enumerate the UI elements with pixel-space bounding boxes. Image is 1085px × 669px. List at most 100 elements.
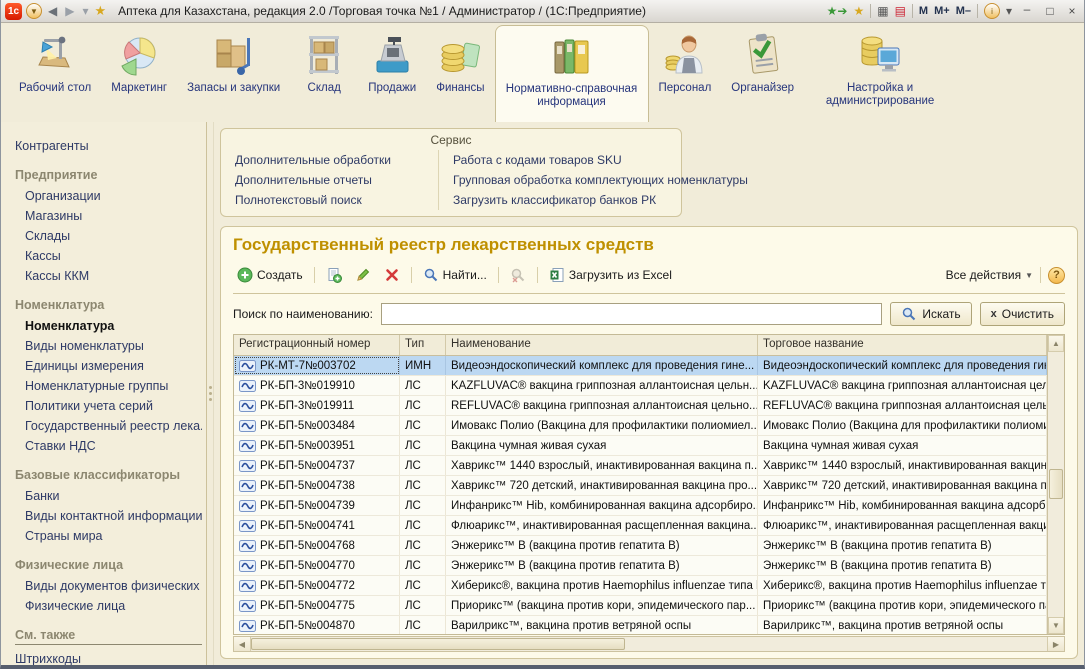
table-row[interactable]: РК-БП-5№004768ЛСЭнжерикс™ В (вакцина про… xyxy=(234,536,1047,556)
table-row[interactable]: РК-БП-5№004775ЛСПриорикс™ (вакцина проти… xyxy=(234,596,1047,616)
column-header[interactable]: Тип xyxy=(400,335,446,355)
forward-icon[interactable]: ▶ xyxy=(63,4,76,18)
divider xyxy=(870,4,871,18)
table-row[interactable]: РК-МТ-7№003702ИМНВидеоэндоскопический ко… xyxy=(234,356,1047,376)
scroll-left-icon[interactable]: ◀ xyxy=(234,637,251,651)
minimize-button[interactable]: – xyxy=(1018,4,1036,18)
sidebar-item[interactable]: Магазины xyxy=(15,206,202,226)
ribbon-tab[interactable]: Запасы и закупки xyxy=(177,25,290,122)
table-row[interactable]: РК-БП-3№019911ЛСREFLUVAC® вакцина гриппо… xyxy=(234,396,1047,416)
edit-button[interactable] xyxy=(351,265,375,285)
table-row[interactable]: РК-БП-5№003484ЛСИмовакс Полио (Вакцина д… xyxy=(234,416,1047,436)
ribbon-tab[interactable]: Нормативно-справочная информация xyxy=(495,25,649,122)
sidebar-item[interactable]: Номенклатура xyxy=(15,316,202,336)
ribbon-tab[interactable]: Продажи xyxy=(358,25,426,122)
history-caret-icon[interactable]: ▾ xyxy=(80,4,90,18)
all-actions-button[interactable]: Все действия ▼ xyxy=(946,268,1033,282)
sidebar-item[interactable]: Ставки НДС xyxy=(15,436,202,456)
sidebar-splitter[interactable] xyxy=(207,122,214,665)
scroll-right-icon[interactable]: ▶ xyxy=(1047,637,1064,651)
favorites-star-icon[interactable]: ★ xyxy=(95,3,107,19)
horizontal-scroll-thumb[interactable] xyxy=(251,638,625,650)
table-row[interactable]: РК-БП-5№003951ЛСВакцина чумная живая сух… xyxy=(234,436,1047,456)
table-row[interactable]: РК-БП-3№019910ЛСKAZFLUVAC® вакцина грипп… xyxy=(234,376,1047,396)
load-excel-button[interactable]: Загрузить из Excel xyxy=(545,265,676,285)
clear-button[interactable]: x Очистить xyxy=(980,302,1065,326)
table-row[interactable]: РК-БП-5№004772ЛСХиберикс®, вакцина проти… xyxy=(234,576,1047,596)
main-menu-button[interactable]: ▼ xyxy=(26,3,42,19)
create-button[interactable]: Создать xyxy=(233,265,307,285)
sidebar-item[interactable]: Политики учета серий xyxy=(15,396,202,416)
sidebar-item[interactable]: Виды контактной информации xyxy=(15,506,202,526)
service-link[interactable]: Полнотекстовый поиск xyxy=(235,190,428,210)
ribbon-tab[interactable]: Маркетинг xyxy=(101,25,177,122)
sidebar-item[interactable]: Контрагенты xyxy=(15,136,202,156)
type-cell: ИМН xyxy=(400,356,446,375)
sidebar-item[interactable]: Государственный реестр лека... xyxy=(15,416,202,436)
sidebar-item[interactable]: Склады xyxy=(15,226,202,246)
ribbon-tab[interactable]: Настройка и администрирование xyxy=(804,25,956,122)
delete-button[interactable] xyxy=(380,265,404,285)
service-link[interactable]: Дополнительные отчеты xyxy=(235,170,428,190)
sidebar-item[interactable]: Банки xyxy=(15,486,202,506)
close-button[interactable]: × xyxy=(1064,4,1080,18)
column-header[interactable]: Регистрационный номер xyxy=(234,335,400,355)
table-row[interactable]: РК-БП-5№004870ЛСВарилрикс™, вакцина прот… xyxy=(234,616,1047,634)
sidebar-item[interactable]: Виды номенклатуры xyxy=(15,336,202,356)
vertical-scroll-thumb[interactable] xyxy=(1049,469,1063,499)
help-button[interactable]: ? xyxy=(1048,267,1065,284)
ribbon-tab[interactable]: Рабочий стол xyxy=(9,25,101,122)
scroll-up-icon[interactable]: ▲ xyxy=(1048,335,1064,352)
search-button[interactable]: Искать xyxy=(890,302,971,326)
back-icon[interactable]: ◀ xyxy=(46,4,59,18)
service-link[interactable]: Дополнительные обработки xyxy=(235,150,428,170)
table-row[interactable]: РК-БП-5№004741ЛСФлюарикс™, инактивирован… xyxy=(234,516,1047,536)
memory-minus-button[interactable]: M– xyxy=(956,5,971,17)
1c-logo-icon: 1с xyxy=(5,3,22,20)
trade-name-cell: Хиберикс®, вакцина против Haemophilus in… xyxy=(758,576,1047,595)
ribbon-tab[interactable]: Склад xyxy=(290,25,358,122)
service-link[interactable]: Загрузить классификатор банков РК xyxy=(453,190,748,210)
info-icon[interactable]: i xyxy=(984,3,1000,19)
sidebar-item[interactable]: Единицы измерения xyxy=(15,356,202,376)
ribbon-tab[interactable]: Финансы xyxy=(426,25,494,122)
ribbon-tab[interactable]: Персонал xyxy=(649,25,722,122)
column-header[interactable]: Торговое название xyxy=(758,335,1047,355)
horizontal-scroll-track[interactable] xyxy=(251,637,1047,651)
info-caret-icon[interactable]: ▾ xyxy=(1006,4,1012,18)
content-area: Сервис Дополнительные обработкиДополните… xyxy=(214,122,1084,665)
sidebar-item[interactable]: Организации xyxy=(15,186,202,206)
sidebar-item[interactable]: Штрихкоды xyxy=(15,649,202,665)
ribbon-tab[interactable]: Органайзер xyxy=(721,25,804,122)
scroll-down-icon[interactable]: ▼ xyxy=(1048,617,1064,634)
table-row[interactable]: РК-БП-5№004738ЛСХаврикс™ 720 детский, ин… xyxy=(234,476,1047,496)
add-to-favorites-icon[interactable]: ★➔ xyxy=(827,4,848,18)
sidebar-item[interactable]: Кассы ККМ xyxy=(15,266,202,286)
calendar-icon[interactable]: ▤ xyxy=(895,4,906,18)
sidebar-item[interactable]: Номенклатурные группы xyxy=(15,376,202,396)
clear-find-button[interactable] xyxy=(506,265,530,285)
table-row[interactable]: РК-БП-5№004737ЛСХаврикс™ 1440 взрослый, … xyxy=(234,456,1047,476)
ribbon-tab-label: Склад xyxy=(308,82,341,95)
sidebar-item[interactable]: Кассы xyxy=(15,246,202,266)
ribbon-tab-label: Персонал xyxy=(659,82,712,95)
maximize-button[interactable]: □ xyxy=(1042,4,1058,18)
memory-recall-button[interactable]: M xyxy=(919,5,928,17)
copy-button[interactable] xyxy=(322,265,346,285)
favorites-icon[interactable]: ★ xyxy=(853,4,864,18)
column-header[interactable]: Наименование xyxy=(446,335,758,355)
sidebar-item[interactable]: Физические лица xyxy=(15,596,202,616)
vertical-scroll-track[interactable] xyxy=(1048,352,1064,617)
calculator-icon[interactable]: ▦ xyxy=(877,4,888,18)
ribbon-tab-label: Продажи xyxy=(368,82,416,95)
memory-plus-button[interactable]: M+ xyxy=(934,5,950,17)
service-link[interactable]: Работа с кодами товаров SKU xyxy=(453,150,748,170)
service-link[interactable]: Групповая обработка комплектующих номенк… xyxy=(453,170,748,190)
table-row[interactable]: РК-БП-5№004770ЛСЭнжерикс™ В (вакцина про… xyxy=(234,556,1047,576)
search-input[interactable] xyxy=(381,303,882,325)
find-button[interactable]: Найти... xyxy=(419,265,491,285)
sidebar-item[interactable]: Виды документов физических ... xyxy=(15,576,202,596)
ribbon-tab-label: Органайзер xyxy=(731,82,794,95)
sidebar-item[interactable]: Страны мира xyxy=(15,526,202,546)
table-row[interactable]: РК-БП-5№004739ЛСИнфанрикс™ Hib, комбинир… xyxy=(234,496,1047,516)
